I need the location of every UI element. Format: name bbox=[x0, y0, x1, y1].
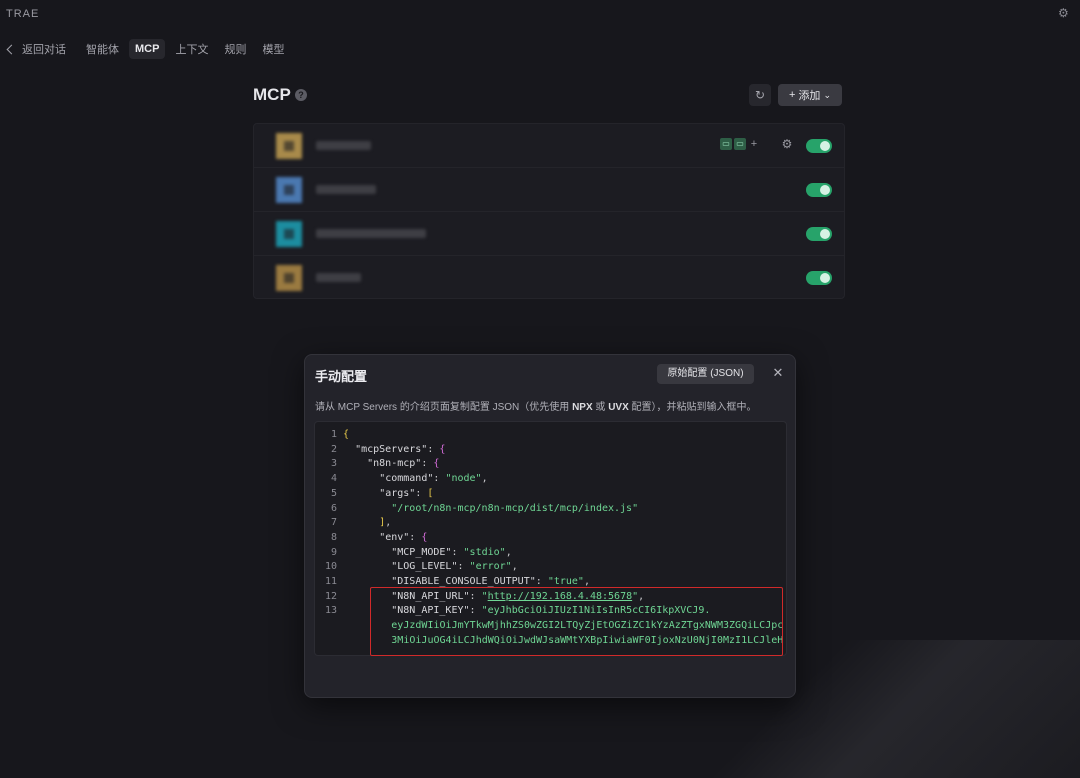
dialog-description: 请从 MCP Servers 的介绍页面复制配置 JSON（优先使用 NPX 或… bbox=[315, 402, 757, 413]
tab-rules[interactable]: 规则 bbox=[218, 37, 252, 61]
server-name bbox=[316, 185, 376, 194]
server-icon bbox=[276, 265, 302, 291]
tab-models[interactable]: 模型 bbox=[256, 37, 290, 61]
chevron-left-icon bbox=[6, 44, 17, 54]
server-name bbox=[316, 141, 371, 150]
tab-context[interactable]: 上下文 bbox=[169, 37, 214, 61]
server-name bbox=[316, 273, 361, 282]
back-button[interactable]: 返回对话 bbox=[0, 41, 66, 57]
add-label: 添加 bbox=[798, 90, 821, 102]
help-icon[interactable]: ? bbox=[295, 89, 307, 101]
chevron-down-icon: ⌄ bbox=[823, 89, 831, 100]
server-list: ▭ ▭ + ⚙ bbox=[253, 123, 845, 299]
code-line: 7 ], bbox=[330, 517, 392, 529]
tab-agents[interactable]: 智能体 bbox=[80, 37, 125, 61]
back-label: 返回对话 bbox=[22, 44, 66, 56]
code-line: 1{ bbox=[330, 429, 350, 440]
tab-mcp[interactable]: MCP bbox=[129, 39, 166, 59]
server-icon bbox=[276, 221, 302, 247]
server-icon bbox=[276, 177, 302, 203]
server-icon bbox=[276, 133, 302, 159]
code-line: 3 "n8n-mcp": { bbox=[330, 458, 440, 470]
code-line: 5 "args": [ bbox=[330, 487, 434, 499]
server-row[interactable] bbox=[254, 212, 844, 256]
code-line: 6 "/root/n8n-mcp/n8n-mcp/dist/mcp/index.… bbox=[330, 502, 639, 514]
enable-toggle[interactable] bbox=[806, 227, 832, 241]
code-line: 4 "command": "node", bbox=[330, 473, 488, 485]
server-row[interactable] bbox=[254, 168, 844, 212]
code-line: 8 "env": { bbox=[330, 531, 428, 543]
plus-icon: + bbox=[789, 89, 796, 101]
mcp-header: MCP ? ↻ + 添加 ⌄ bbox=[253, 84, 843, 108]
tool-badge-icon: ▭ bbox=[734, 138, 746, 150]
light-streak bbox=[600, 640, 1080, 778]
app-title: TRAE bbox=[6, 8, 40, 20]
server-row[interactable]: ▭ ▭ + ⚙ bbox=[254, 124, 844, 168]
enable-toggle[interactable] bbox=[806, 271, 832, 285]
code-line: 10 "LOG_LEVEL": "error", bbox=[324, 561, 518, 573]
code-line: 2 "mcpServers": { bbox=[330, 443, 446, 455]
code-line: 9 "MCP_MODE": "stdio", bbox=[330, 546, 512, 558]
close-icon[interactable]: ✕ bbox=[771, 365, 785, 381]
gear-icon[interactable]: ⚙ bbox=[780, 137, 794, 151]
server-tools: ▭ ▭ + bbox=[720, 138, 760, 150]
refresh-button[interactable]: ↻ bbox=[749, 84, 771, 106]
raw-json-button[interactable]: 原始配置 (JSON) bbox=[657, 364, 754, 384]
server-row[interactable] bbox=[254, 256, 844, 299]
server-name bbox=[316, 229, 426, 238]
tool-badge-icon: ▭ bbox=[720, 138, 732, 150]
refresh-icon: ↻ bbox=[754, 88, 766, 102]
enable-toggle[interactable] bbox=[806, 183, 832, 197]
gear-icon[interactable]: ⚙ bbox=[1058, 7, 1070, 19]
add-server-button[interactable]: + 添加 ⌄ bbox=[778, 84, 842, 106]
top-nav: 返回对话 智能体 MCP 上下文 规则 模型 bbox=[0, 38, 294, 60]
page-title: MCP bbox=[253, 85, 291, 104]
enable-toggle[interactable] bbox=[806, 139, 832, 153]
dialog-title: 手动配置 bbox=[315, 369, 368, 384]
plus-icon[interactable]: + bbox=[748, 138, 760, 150]
